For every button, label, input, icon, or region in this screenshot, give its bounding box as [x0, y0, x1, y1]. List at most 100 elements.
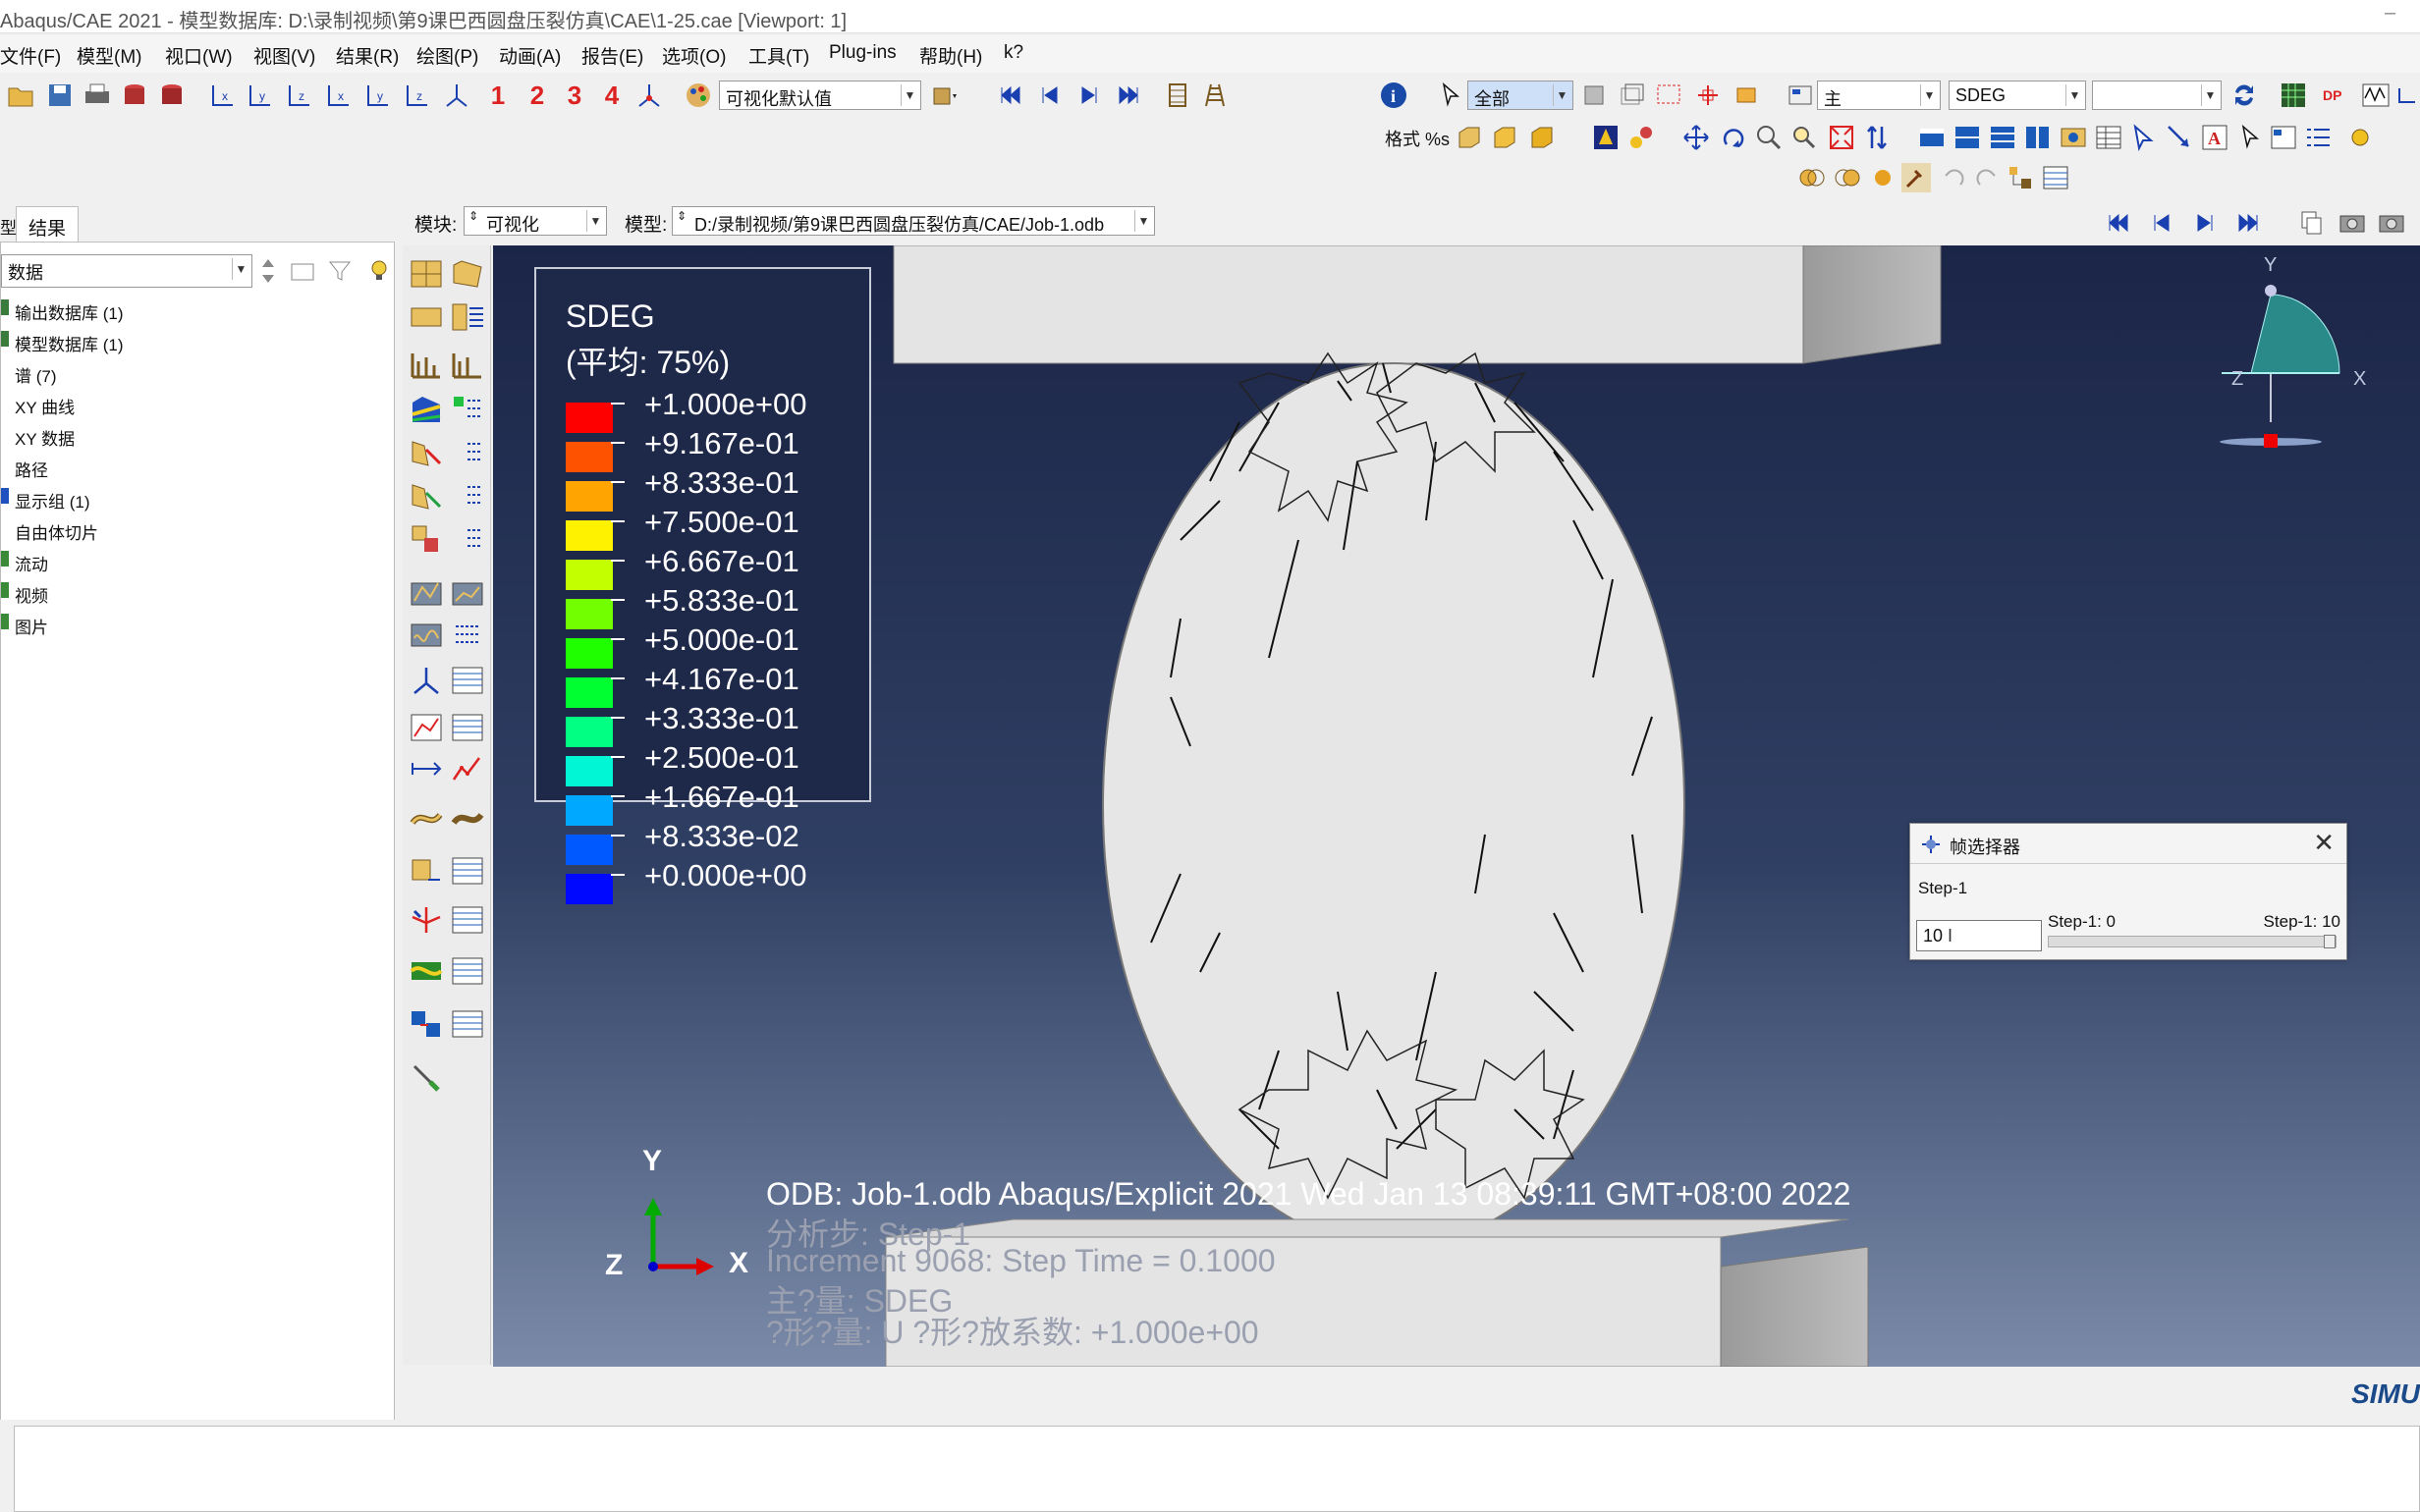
folder-up-icon[interactable]: [288, 256, 317, 286]
box-zoom-icon[interactable]: [1789, 123, 1819, 152]
symbol-plot-icon[interactable]: [1591, 123, 1621, 152]
tab-model[interactable]: 型: [0, 214, 17, 239]
view-x-icon[interactable]: x: [208, 81, 238, 110]
animation-options-icon[interactable]: [1163, 81, 1192, 110]
view-2-button[interactable]: 2: [522, 81, 552, 110]
view-manager-icon[interactable]: [2269, 123, 2298, 152]
tree-item-model-database[interactable]: 模型数据库 (1): [15, 331, 124, 355]
symbol-options-icon[interactable]: [450, 479, 485, 513]
drag-select-icon[interactable]: [1654, 81, 1683, 110]
csys-icon[interactable]: [634, 81, 664, 110]
database-icon[interactable]: [120, 81, 149, 110]
tree-item-spectrum[interactable]: 谱 (7): [15, 362, 57, 387]
first-frame-icon[interactable]: [2104, 208, 2133, 238]
probe-values-icon[interactable]: [409, 1060, 444, 1094]
tree-item-paths[interactable]: 路径: [15, 457, 48, 481]
tab-results[interactable]: 结果: [16, 206, 79, 243]
arrow-icon[interactable]: [2165, 123, 2194, 152]
wave-plot-icon[interactable]: [2361, 81, 2391, 110]
last-frame-icon[interactable]: [2233, 208, 2263, 238]
display-group-remove-icon[interactable]: [1901, 163, 1931, 192]
view-cut-manager-icon[interactable]: [450, 664, 485, 697]
tree-item-streams[interactable]: 流动: [15, 551, 48, 575]
menu-context-help[interactable]: k?: [1004, 42, 1023, 64]
cycle-views-icon[interactable]: [1862, 123, 1892, 152]
open-icon[interactable]: [6, 81, 35, 110]
lock-icon[interactable]: [2392, 81, 2420, 110]
first-frame-icon[interactable]: [996, 81, 1025, 110]
menu-file[interactable]: 文件(F): [0, 42, 61, 69]
create-display-group-icon[interactable]: [409, 903, 444, 937]
view-cut-icon[interactable]: [409, 664, 444, 697]
frame-slider[interactable]: [2048, 935, 2337, 948]
select-pointer-icon[interactable]: [1436, 81, 1465, 110]
render-style-select[interactable]: 可视化默认值 ▼: [719, 81, 921, 110]
rotate-icon[interactable]: [1719, 123, 1748, 152]
display-group-manager-icon[interactable]: [2041, 163, 2070, 192]
plot-both-icon[interactable]: [409, 300, 444, 334]
deformed-plot-icon[interactable]: DP: [2322, 81, 2351, 110]
text-annotation-icon[interactable]: A: [2200, 123, 2229, 152]
slider-handle[interactable]: [2324, 935, 2336, 948]
display-group-tree-icon[interactable]: [2006, 163, 2035, 192]
query-icon[interactable]: [2129, 123, 2159, 152]
plot-contours-undeformed-icon[interactable]: [450, 300, 485, 334]
menu-view[interactable]: 视图(V): [253, 42, 315, 69]
pan-icon[interactable]: [1681, 123, 1711, 152]
material-orientation-icon[interactable]: [1626, 123, 1656, 152]
info-icon[interactable]: i: [1379, 81, 1408, 110]
plot-deformed-icon[interactable]: [450, 257, 485, 291]
plot-contours-icon[interactable]: [409, 393, 444, 426]
iso-view-icon[interactable]: [442, 81, 471, 110]
message-text-box[interactable]: [14, 1426, 2420, 1512]
view-y-icon[interactable]: y: [246, 81, 275, 110]
create-path-icon[interactable]: [409, 752, 444, 785]
select-elements-icon[interactable]: [1732, 81, 1762, 110]
filter-icon[interactable]: [325, 256, 355, 286]
plot-contours-deformed-icon[interactable]: [409, 436, 444, 469]
tree-item-output-database[interactable]: 输出数据库 (1): [15, 299, 124, 324]
filled-icon[interactable]: [1526, 123, 1556, 152]
view-neg-x-icon[interactable]: x: [324, 81, 354, 110]
sun-icon[interactable]: [2345, 123, 2375, 152]
tree-item-xy-data[interactable]: XY 数据: [15, 425, 75, 450]
tree-item-images[interactable]: 图片: [15, 614, 48, 638]
plot-material-orientation-icon[interactable]: [409, 522, 444, 556]
layout-1-icon[interactable]: [1917, 123, 1947, 152]
model-select[interactable]: ⇕ D:/录制视频/第9课巴西圆盘压裂仿真/CAE/Job-1.odb ▼: [672, 206, 1155, 236]
field-variable-select[interactable]: SDEG ▼: [1949, 81, 2086, 110]
view-neg-z-icon[interactable]: z: [403, 81, 432, 110]
auto-fit-icon[interactable]: [1827, 123, 1856, 152]
copy-viewport-icon[interactable]: [2296, 208, 2326, 238]
display-group-intersect-icon[interactable]: [1833, 163, 1862, 192]
spinner-icon[interactable]: [258, 256, 278, 286]
select-nodes-icon[interactable]: [1693, 81, 1723, 110]
contour-options-icon[interactable]: [450, 393, 485, 426]
undo-icon[interactable]: [1939, 163, 1968, 192]
menu-options[interactable]: 选项(O): [662, 42, 726, 69]
wireframe-icon[interactable]: [1454, 123, 1483, 152]
create-xy-data-icon[interactable]: [409, 711, 444, 744]
animate-harmonic-icon[interactable]: [409, 619, 444, 652]
stream-options-icon[interactable]: [450, 954, 485, 988]
hidden-line-icon[interactable]: [1489, 123, 1518, 152]
box-select-icon[interactable]: [1617, 81, 1646, 110]
zoom-icon[interactable]: [1754, 123, 1784, 152]
free-body-manager-icon[interactable]: [450, 854, 485, 888]
pointer-icon[interactable]: [2235, 123, 2265, 152]
lightbulb-icon[interactable]: [364, 256, 394, 286]
last-frame-icon[interactable]: [1114, 81, 1143, 110]
display-group-replace-icon[interactable]: [1868, 163, 1898, 192]
display-group-manager-icon[interactable]: [450, 903, 485, 937]
camera-icon[interactable]: [2059, 123, 2088, 152]
menu-plugins[interactable]: Plug-ins: [829, 42, 897, 64]
selection-filter-select[interactable]: 全部 ▼: [1467, 81, 1573, 110]
tree-filter-select[interactable]: 数据 ▼: [1, 254, 252, 288]
view-1-button[interactable]: 1: [483, 81, 513, 110]
animate-scale-factor-icon[interactable]: [409, 577, 444, 611]
list-icon[interactable]: [2304, 123, 2334, 152]
animation-options-icon[interactable]: [450, 619, 485, 652]
create-free-body-icon[interactable]: [409, 854, 444, 888]
material-orientation-options-icon[interactable]: [450, 522, 485, 556]
contour-deformed-options-icon[interactable]: [450, 436, 485, 469]
